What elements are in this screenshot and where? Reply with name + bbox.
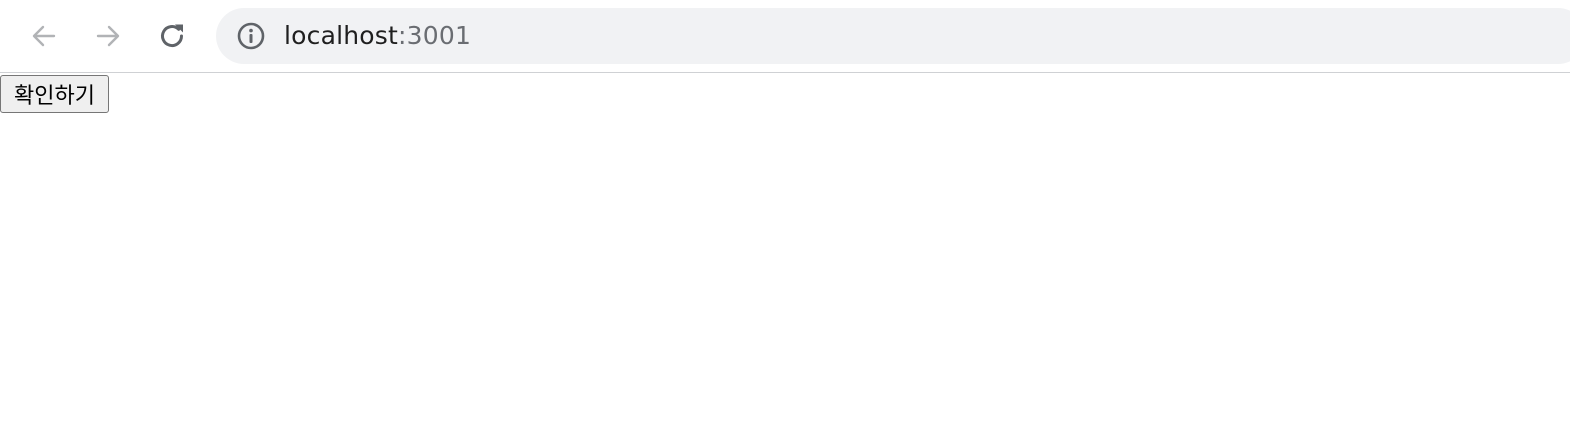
- info-circle-icon: [237, 22, 265, 50]
- arrow-left-icon: [32, 25, 56, 47]
- url-text[interactable]: localhost:3001: [284, 20, 471, 52]
- reload-icon: [161, 24, 184, 48]
- browser-toolbar: localhost:3001: [0, 0, 1570, 73]
- forward-button[interactable]: [86, 14, 130, 58]
- site-info-button[interactable]: [235, 21, 267, 51]
- arrow-right-icon: [96, 25, 120, 47]
- address-bar[interactable]: localhost:3001: [216, 8, 1570, 64]
- confirm-button[interactable]: 확인하기: [0, 75, 109, 113]
- page-content: 확인하기: [0, 73, 1570, 436]
- url-host: localhost: [284, 21, 399, 50]
- url-port: :3001: [398, 21, 472, 50]
- back-button[interactable]: [22, 14, 66, 58]
- reload-button[interactable]: [150, 14, 194, 58]
